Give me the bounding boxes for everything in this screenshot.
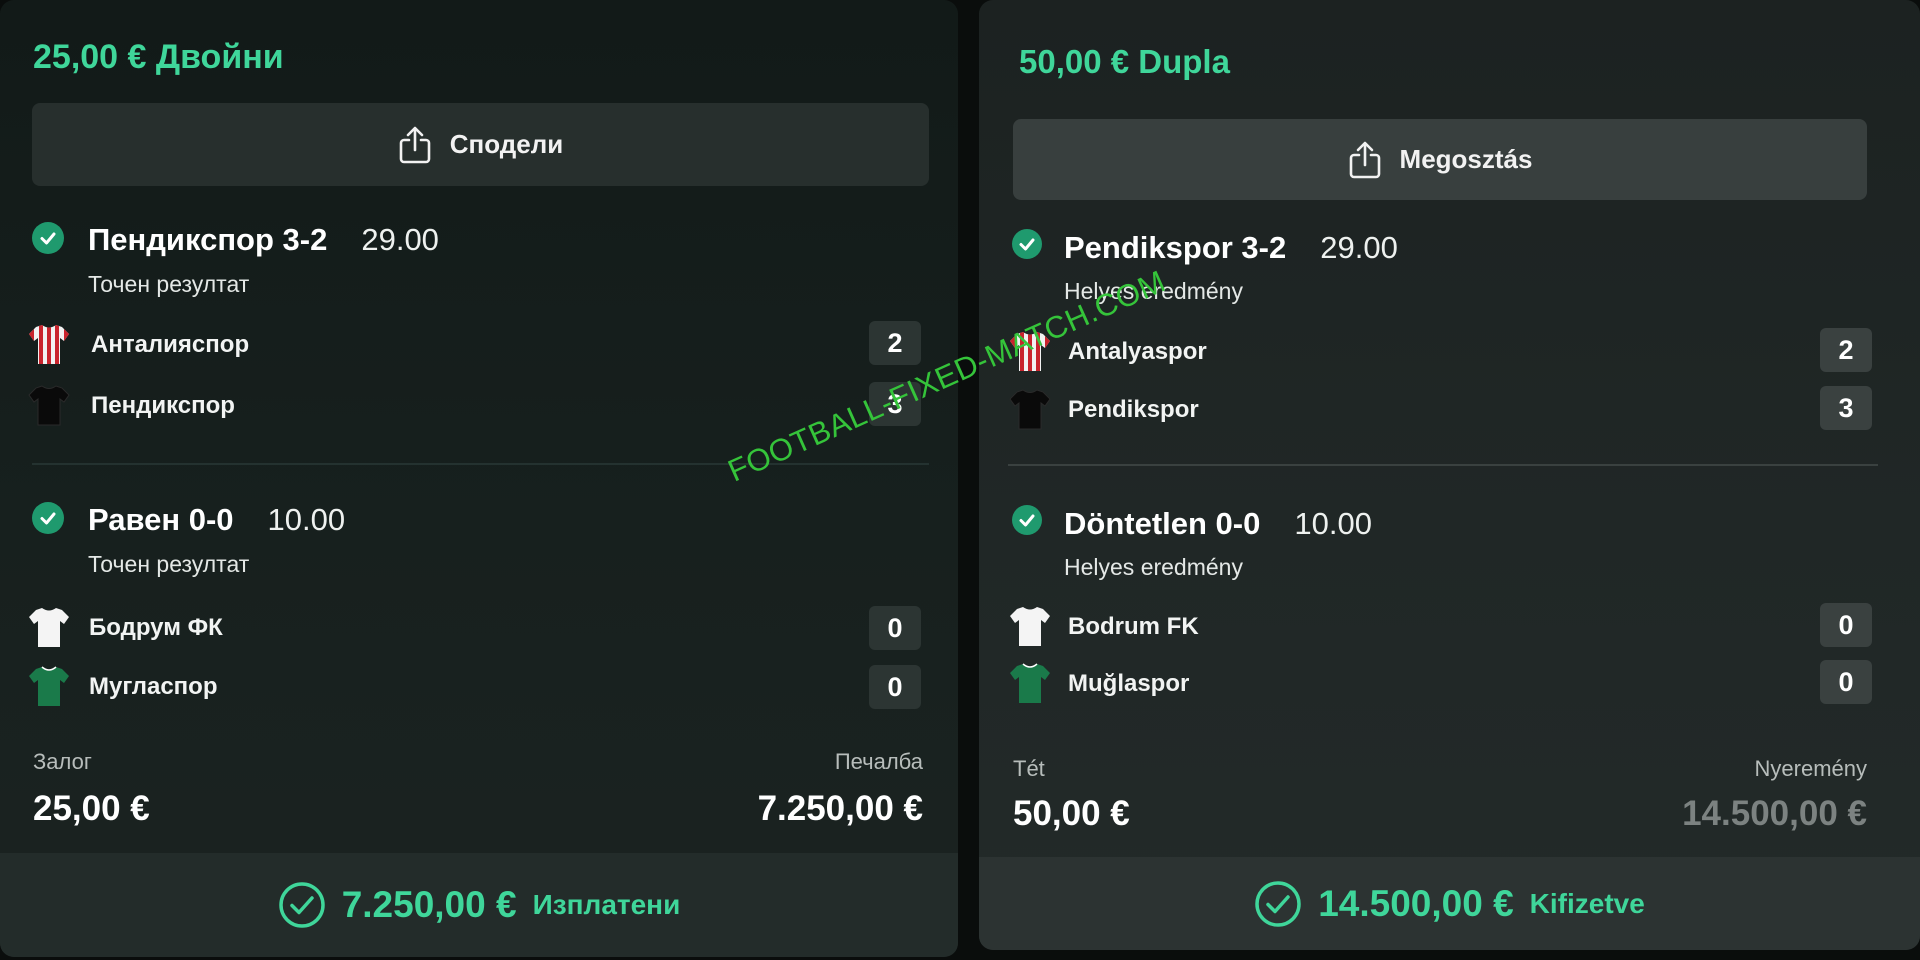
stake-label: Tét — [1013, 756, 1045, 781]
team-score: 0 — [1820, 660, 1872, 704]
check-circle-icon — [32, 502, 64, 534]
stake-value: 50,00 € — [1013, 794, 1130, 833]
selection-name: Pendikspor 3-2 — [1064, 230, 1287, 265]
red-white-striped-jersey-icon — [29, 325, 69, 364]
team-name: Antalyaspor — [1068, 338, 1207, 365]
red-white-striped-jersey-icon — [1010, 332, 1050, 371]
bet-title: 25,00 € Двойни — [33, 38, 284, 76]
selection-name: Döntetlen 0-0 — [1064, 506, 1261, 541]
divider — [1008, 464, 1878, 466]
stake-value: 25,00 € — [33, 789, 150, 828]
team-row: Antalyaspor 2 — [979, 328, 1920, 374]
bet-slip-card-right: 50,00 € Dupla Megosztás Pendikspor 3-2 29… — [979, 0, 1920, 950]
selection-title: Döntetlen 0-0 10.00 — [1064, 506, 1372, 542]
stake-label: Залог — [33, 749, 92, 774]
team-name: Бодрум ФК — [89, 614, 223, 641]
check-circle-icon — [1012, 505, 1042, 535]
team-score: 0 — [869, 665, 921, 709]
market-label: Helyes eredmény — [1064, 554, 1243, 580]
team-row: Мугласпор 0 — [0, 663, 958, 709]
bet-slip-card-left: 25,00 € Двойни Сподели Пендикспор 3-2 29.… — [0, 0, 958, 957]
team-name: Muğlaspor — [1068, 670, 1190, 697]
share-button[interactable]: Megosztás — [1013, 119, 1867, 200]
share-icon — [1349, 141, 1380, 178]
winnings-value: 7.250,00 € — [757, 789, 923, 828]
paid-amount: 7.250,00 € — [341, 884, 517, 925]
team-row: Muğlaspor 0 — [979, 660, 1920, 706]
team-name: Bodrum FK — [1068, 613, 1199, 640]
white-jersey-icon — [29, 608, 69, 647]
team-row: Bodrum FK 0 — [979, 603, 1920, 649]
team-row: Pendikspor 3 — [979, 386, 1920, 432]
green-jersey-icon — [1010, 663, 1050, 703]
selection-odds: 10.00 — [1294, 506, 1372, 541]
team-score: 0 — [1820, 603, 1872, 647]
divider — [32, 463, 929, 465]
paid-label: Kifizetve — [1529, 887, 1645, 919]
selection-title: Pendikspor 3-2 29.00 — [1064, 230, 1398, 266]
paid-label: Изплатени — [532, 889, 681, 920]
selection-title: Пендикспор 3-2 29.00 — [88, 222, 439, 258]
team-row: Анталияспор 2 — [0, 321, 958, 367]
selection-odds: 29.00 — [361, 222, 439, 257]
check-circle-outline-icon — [1255, 880, 1301, 927]
team-row: Пендикспор 3 — [0, 382, 958, 428]
check-circle-outline-icon — [278, 882, 325, 928]
team-score: 2 — [869, 321, 921, 365]
winnings-value: 14.500,00 € — [1682, 794, 1867, 833]
market-label: Helyes eredmény — [1064, 278, 1243, 304]
winnings-label: Nyeremény — [1754, 756, 1867, 781]
bet-title: 50,00 € Dupla — [1019, 43, 1230, 80]
share-button-label: Сподели — [449, 129, 564, 159]
team-score: 3 — [1820, 386, 1872, 430]
market-label: Точен резултат — [88, 551, 250, 577]
selection-name: Пендикспор 3-2 — [88, 222, 328, 257]
team-score: 3 — [869, 382, 921, 426]
team-score: 0 — [869, 606, 921, 650]
black-jersey-icon — [1009, 389, 1051, 430]
winnings-label: Печалба — [834, 749, 923, 774]
share-button[interactable]: Сподели — [32, 103, 929, 186]
green-jersey-icon — [29, 666, 69, 706]
share-icon — [399, 126, 431, 163]
team-score: 2 — [1820, 328, 1872, 372]
selection-odds: 10.00 — [267, 502, 346, 537]
paid-out-bar: 14.500,00 € Kifizetve — [979, 857, 1920, 950]
market-label: Точен резултат — [88, 271, 250, 297]
team-name: Мугласпор — [89, 673, 218, 700]
selection-name: Равен 0-0 — [88, 502, 234, 537]
team-row: Бодрум ФК 0 — [0, 604, 958, 650]
team-name: Pendikspor — [1068, 396, 1199, 423]
share-button-label: Megosztás — [1399, 144, 1533, 174]
paid-amount: 14.500,00 € — [1318, 882, 1514, 924]
white-jersey-icon — [1010, 607, 1050, 646]
selection-odds: 29.00 — [1320, 230, 1398, 265]
paid-out-bar: 7.250,00 € Изплатени — [0, 853, 958, 957]
black-jersey-icon — [28, 385, 70, 426]
selection-title: Равен 0-0 10.00 — [88, 502, 345, 538]
check-circle-icon — [32, 222, 64, 254]
check-circle-icon — [1012, 229, 1042, 259]
team-name: Пендикспор — [91, 392, 235, 419]
team-name: Анталияспор — [91, 331, 250, 358]
